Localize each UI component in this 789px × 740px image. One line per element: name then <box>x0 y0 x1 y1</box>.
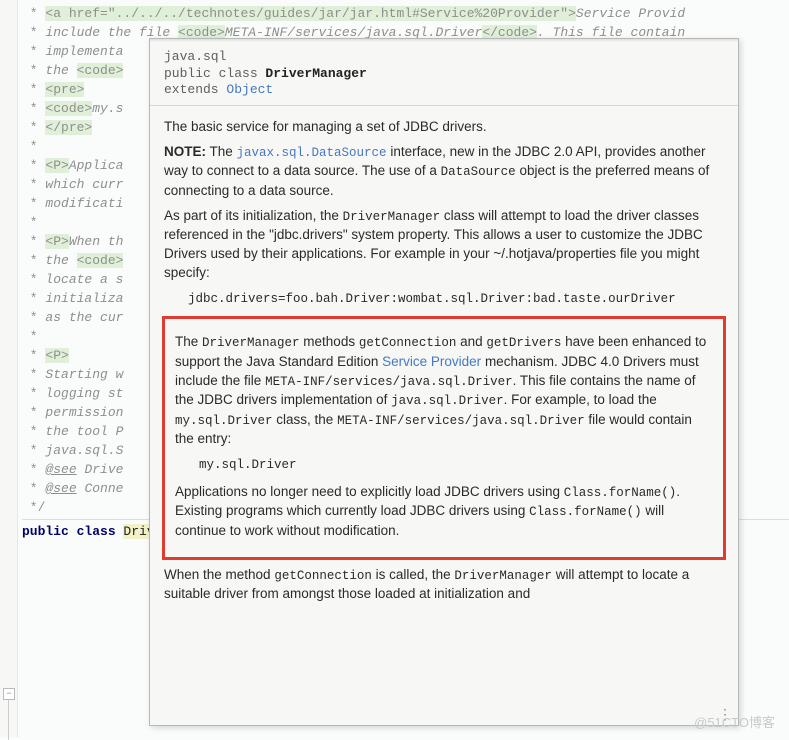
extends-line: extends Object <box>164 82 724 97</box>
datasource-link[interactable]: javax.sql.DataSource <box>237 146 387 160</box>
editor-gutter <box>0 0 18 737</box>
javadoc-paragraph: As part of its initialization, the Drive… <box>164 207 724 283</box>
class-signature: public class DriverManager <box>164 66 367 81</box>
see-tag: @see <box>45 462 76 477</box>
popup-top-edge <box>150 39 738 42</box>
javadoc-paragraph: Applications no longer need to explicitl… <box>175 483 713 541</box>
code-line: * <a href="../../../technotes/guides/jar… <box>22 4 789 23</box>
package-label: java.sql <box>164 49 724 64</box>
javadoc-body[interactable]: The basic service for managing a set of … <box>150 106 738 718</box>
service-provider-link[interactable]: Service Provider <box>382 354 481 369</box>
object-link[interactable]: Object <box>226 82 273 97</box>
fold-toggle-icon[interactable]: − <box>3 688 15 700</box>
see-tag: @see <box>45 481 76 496</box>
fold-line <box>8 700 9 740</box>
javadoc-paragraph: When the method getConnection is called,… <box>164 566 724 604</box>
javadoc-paragraph: The basic service for managing a set of … <box>164 118 724 137</box>
code-example: jdbc.drivers=foo.bah.Driver:wombat.sql.D… <box>188 291 724 309</box>
javadoc-popup[interactable]: java.sql public class DriverManager exte… <box>149 38 739 726</box>
watermark: @51CTO博客 <box>694 712 775 731</box>
javadoc-paragraph: NOTE: The javax.sql.DataSource interface… <box>164 143 724 201</box>
javadoc-paragraph: The DriverManager methods getConnection … <box>175 333 713 449</box>
javadoc-header: java.sql public class DriverManager exte… <box>150 39 738 106</box>
highlighted-section: The DriverManager methods getConnection … <box>162 316 726 559</box>
code-example: my.sql.Driver <box>199 457 713 475</box>
